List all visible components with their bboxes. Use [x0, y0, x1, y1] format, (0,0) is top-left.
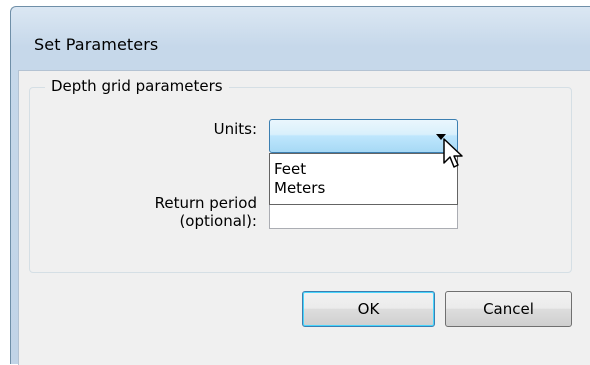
- ok-button[interactable]: OK: [302, 291, 435, 327]
- mouse-pointer-icon: [443, 138, 463, 168]
- units-label: Units:: [213, 120, 257, 138]
- cancel-button[interactable]: Cancel: [445, 291, 572, 327]
- dialog-title: Set Parameters: [34, 35, 159, 54]
- return-period-input[interactable]: [269, 205, 458, 229]
- return-period-label-line1: Return period: [154, 194, 257, 212]
- groupbox-legend: Depth grid parameters: [45, 77, 229, 95]
- return-period-label-line2: (optional):: [179, 212, 257, 230]
- units-dropdown-list: Feet Meters: [269, 153, 458, 205]
- return-period-label: Return period (optional):: [117, 194, 257, 230]
- units-option-feet[interactable]: Feet: [274, 160, 306, 178]
- units-combobox[interactable]: [269, 119, 458, 153]
- units-option-meters[interactable]: Meters: [274, 179, 325, 197]
